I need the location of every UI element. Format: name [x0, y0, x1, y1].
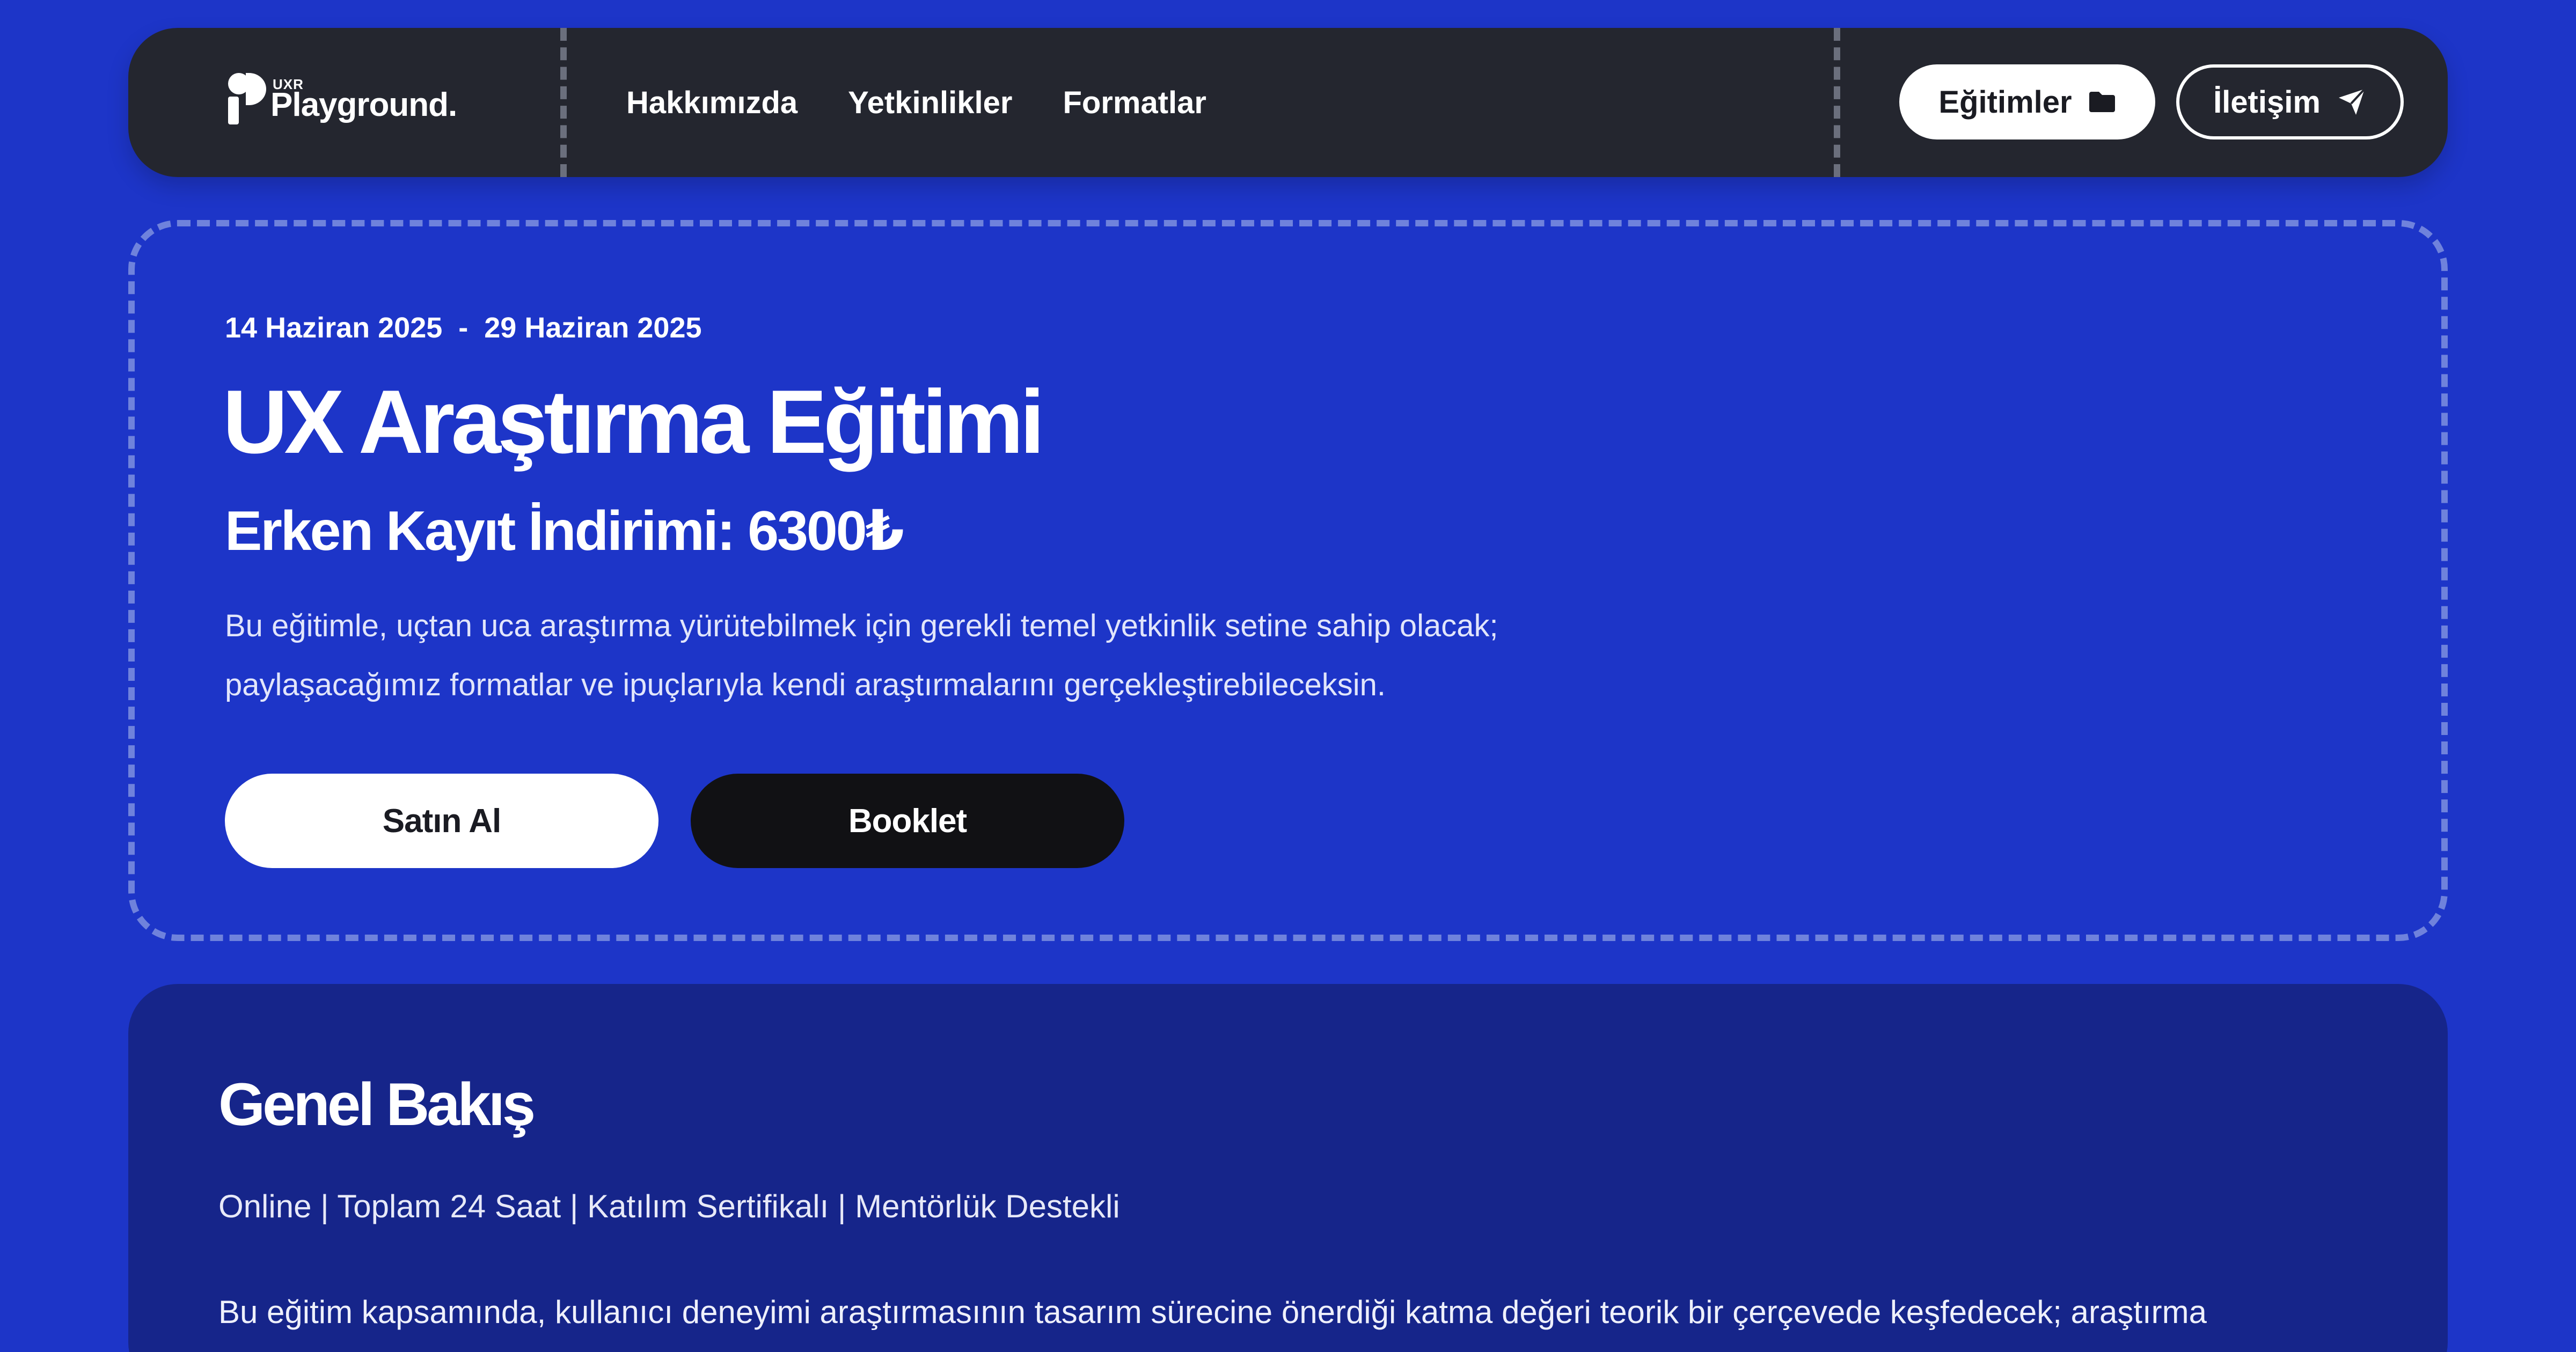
page: UXR Playground. Hakkımızda Yetkinlikler …	[0, 0, 2576, 1352]
contact-button[interactable]: İletişim	[2176, 64, 2404, 139]
course-dates: 14 Haziran 2025-29 Haziran 2025	[225, 311, 702, 344]
date-end: 29 Haziran 2025	[484, 312, 702, 344]
date-separator: -	[458, 312, 469, 344]
hero-description: Bu eğitimle, uçtan uca araştırma yürüteb…	[225, 597, 1889, 715]
logo-mark-icon	[228, 73, 266, 124]
nav-link-about[interactable]: Hakkımızda	[626, 85, 797, 121]
folder-icon	[2089, 92, 2115, 112]
overview-card: Genel Bakış Online | Toplam 24 Saat | Ka…	[128, 984, 2448, 1352]
page-title: UX Araştırma Eğitimi	[223, 371, 1045, 472]
nav-divider-left	[560, 28, 567, 177]
nav-link-formats[interactable]: Formatlar	[1063, 85, 1206, 121]
buy-button[interactable]: Satın Al	[225, 774, 658, 868]
hero-description-line-1: Bu eğitimle, uçtan uca araştırma yürüteb…	[225, 608, 1498, 643]
logo[interactable]: UXR Playground.	[226, 73, 479, 132]
overview-title: Genel Bakış	[218, 1071, 536, 1138]
contact-button-label: İletişim	[2213, 84, 2321, 120]
nav-divider-right	[1834, 28, 1840, 177]
hero-card: 14 Haziran 2025-29 Haziran 2025 UX Araşt…	[128, 220, 2448, 941]
overview-body: Bu eğitim kapsamında, kullanıcı deneyimi…	[218, 1294, 2207, 1330]
booklet-button[interactable]: Booklet	[691, 774, 1124, 868]
nav-link-competencies[interactable]: Yetkinlikler	[848, 85, 1012, 121]
nav-links: Hakkımızda Yetkinlikler Formatlar	[626, 28, 1206, 177]
logo-name: Playground.	[270, 86, 457, 123]
courses-button-label: Eğitimler	[1938, 84, 2072, 120]
hero-description-line-2: paylaşacağımız formatlar ve ipuçlarıyla …	[225, 667, 1386, 702]
date-start: 14 Haziran 2025	[225, 312, 443, 344]
overview-meta: Online | Toplam 24 Saat | Katılım Sertif…	[218, 1188, 1120, 1224]
courses-button[interactable]: Eğitimler	[1899, 64, 2155, 139]
early-bird-price: Erken Kayıt İndirimi: 6300₺	[225, 500, 904, 562]
navbar: UXR Playground. Hakkımızda Yetkinlikler …	[128, 28, 2448, 177]
send-icon	[2338, 88, 2366, 115]
